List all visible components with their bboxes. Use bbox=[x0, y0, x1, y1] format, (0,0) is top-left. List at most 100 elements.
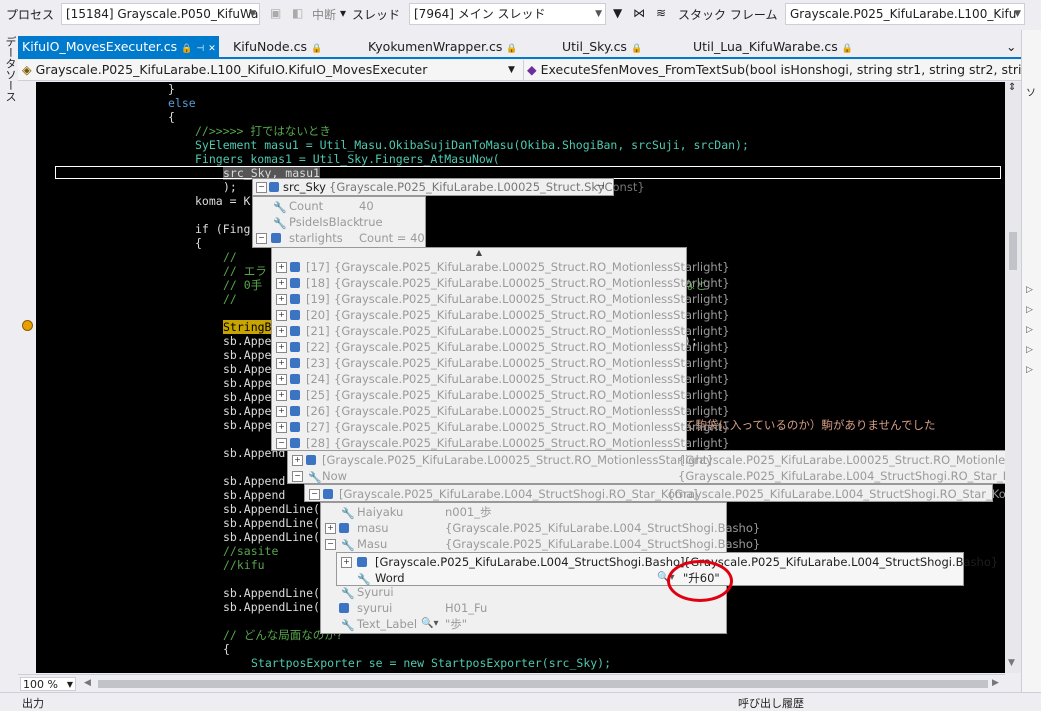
expand-icon[interactable]: + bbox=[276, 342, 287, 353]
datatip-value[interactable]: {Grayscale.P025_KifuLarabe.L00025_Struct… bbox=[334, 387, 730, 403]
collapse-icon[interactable]: − bbox=[276, 438, 287, 449]
class-dropdown[interactable]: ◈ Grayscale.P025_KifuLarabe.L100_KifuIO.K… bbox=[22, 60, 520, 80]
tab-label: KyokumenWrapper.cs bbox=[368, 39, 503, 54]
expand-arrows-icon[interactable]: ▷ ▷ ▷ ▷ ▷ bbox=[1026, 280, 1033, 380]
vertical-scrollbar[interactable]: ⇕ ▼ bbox=[1005, 82, 1021, 673]
lock-icon: 🔒 bbox=[630, 44, 643, 54]
stackframe-combo[interactable]: Grayscale.P025_KifuLarabe.L100_Kifu ▼ bbox=[785, 3, 1025, 25]
zoom-combo[interactable]: 100 % ▼ bbox=[20, 677, 76, 691]
datatip-name: [17] bbox=[306, 260, 330, 274]
chevron-down-icon: ▼ bbox=[66, 680, 73, 689]
magnifier-icon[interactable]: 🔍▾ bbox=[421, 616, 438, 632]
datatip-value[interactable]: true bbox=[359, 214, 383, 230]
expand-icon[interactable]: + bbox=[276, 422, 287, 433]
expand-icon[interactable]: + bbox=[276, 326, 287, 337]
datatip-value[interactable]: {Grayscale.P025_KifuLarabe.L00025_Struct… bbox=[334, 323, 730, 339]
method-dropdown[interactable]: ◆ ExecuteSfenMoves_FromTextSub(bool isHon… bbox=[523, 60, 1022, 80]
dropdown-arrow-icon[interactable]: ▾ bbox=[340, 6, 346, 20]
breakpoint-icon[interactable] bbox=[22, 320, 33, 331]
datatip-value[interactable]: {Grayscale.P025_KifuLarabe.L00025_Struct… bbox=[678, 452, 1041, 468]
close-icon[interactable]: ✕ bbox=[208, 44, 216, 54]
chevron-down-icon: ▼ bbox=[249, 9, 256, 19]
pin-icon[interactable]: ⊣ bbox=[196, 44, 204, 54]
pin-icon[interactable]: ⊣ bbox=[596, 179, 605, 195]
expand-icon[interactable]: + bbox=[341, 557, 352, 568]
tab-kifunode[interactable]: KifuNode.cs 🔒 bbox=[233, 36, 322, 57]
datatip-value[interactable]: Count = 40 bbox=[359, 230, 425, 246]
expand-icon[interactable]: + bbox=[276, 294, 287, 305]
tab-overflow-icon[interactable]: ⌄ bbox=[1006, 36, 1016, 57]
tab-kifuio-movesexecuter[interactable]: KifuIO_MovesExecuter.cs 🔒 ⊣ ✕ bbox=[18, 36, 219, 57]
expand-icon[interactable]: + bbox=[276, 310, 287, 321]
tab-util-sky[interactable]: Util_Sky.cs 🔒 bbox=[562, 36, 642, 57]
datatip-value[interactable]: {Grayscale.P025_KifuLarabe.L00025_Struct… bbox=[334, 435, 730, 451]
datatip-src-sky-members: 🔧 Count 40 🔧 PsideIsBlack true − starlights Co… bbox=[252, 196, 426, 248]
datatip-src-sky-header[interactable]: − src_Sky {Grayscale.P025_KifuLarabe.L00… bbox=[252, 178, 645, 196]
datatip-value[interactable]: {Grayscale.P025_KifuLarabe.L00025_Struct… bbox=[334, 259, 730, 275]
datatip-name: syurui bbox=[357, 601, 393, 615]
datatip-value[interactable]: {Grayscale.P025_KifuLarabe.L00025_Struct… bbox=[334, 339, 730, 355]
tab-kyokumenwrapper[interactable]: KyokumenWrapper.cs 🔒 bbox=[368, 36, 518, 57]
filter-icon[interactable]: ▼ bbox=[613, 6, 622, 20]
expand-icon[interactable]: + bbox=[292, 455, 303, 466]
collapse-icon[interactable]: − bbox=[325, 539, 336, 550]
object-icon bbox=[290, 278, 300, 288]
datatip-value[interactable]: "歩" bbox=[445, 616, 467, 632]
datatip-value[interactable]: {Grayscale.P025_KifuLarabe.L004_StructSh… bbox=[683, 554, 998, 570]
expand-icon[interactable]: + bbox=[325, 523, 336, 534]
expand-icon[interactable]: + bbox=[276, 406, 287, 417]
datatip-value[interactable]: {Grayscale.P025_KifuLarabe.L004_StructSh… bbox=[678, 468, 1041, 484]
datatip-value[interactable]: {Grayscale.P025_KifuLarabe.L00025_Struct… bbox=[334, 419, 730, 435]
editor-status-bar: 100 % ▼ ◀ ▶ bbox=[18, 674, 1005, 692]
collapse-icon[interactable]: − bbox=[309, 489, 320, 500]
datatip-value[interactable]: {Grayscale.P025_KifuLarabe.L00025_Struct… bbox=[334, 355, 730, 371]
expand-icon[interactable]: + bbox=[276, 262, 287, 273]
suspend-label[interactable]: 中断 bbox=[312, 6, 336, 23]
datatip-value[interactable]: {Grayscale.P025_KifuLarabe.L00025_Struct… bbox=[334, 371, 730, 387]
scroll-left-icon[interactable]: ◀ bbox=[84, 678, 91, 688]
solution-explorer-icon[interactable]: ソ bbox=[1026, 84, 1036, 99]
code-line: sb.AppendLine( bbox=[223, 600, 320, 614]
datatip-value[interactable]: {Grayscale.P025_KifuLarabe.L004_StructSh… bbox=[667, 486, 1031, 502]
object-icon bbox=[290, 374, 300, 384]
collapse-icon[interactable]: − bbox=[256, 182, 267, 193]
scrollbar-thumb[interactable] bbox=[1009, 232, 1017, 270]
collapse-icon[interactable]: − bbox=[292, 471, 303, 482]
chevron-down-icon: ▼ bbox=[595, 9, 602, 19]
filter-toggle-icon[interactable]: ⋈ bbox=[633, 6, 645, 20]
datatip-value[interactable]: H01_Fu bbox=[445, 600, 487, 616]
scroll-up-icon[interactable]: ▲ bbox=[272, 248, 686, 258]
thread-combo[interactable]: [7964] メイン スレッド ▼ bbox=[409, 3, 606, 25]
collapse-icon[interactable]: − bbox=[256, 233, 267, 244]
datatip-value[interactable]: {Grayscale.P025_KifuLarabe.L004_StructSh… bbox=[445, 536, 760, 552]
expand-icon[interactable]: + bbox=[276, 390, 287, 401]
right-side-panel[interactable]: ソ ▷ ▷ ▷ ▷ ▷ bbox=[1021, 30, 1041, 692]
object-icon bbox=[290, 262, 300, 272]
datatip-value[interactable]: {Grayscale.P025_KifuLarabe.L00025_Struct… bbox=[334, 275, 730, 291]
method-value: ExecuteSfenMoves_FromTextSub(bool isHons… bbox=[540, 62, 1022, 77]
expand-icon[interactable]: + bbox=[276, 374, 287, 385]
split-icon[interactable]: ⇕ bbox=[1008, 82, 1016, 93]
suspend-icon[interactable]: ◧ bbox=[292, 6, 303, 20]
datatip-value[interactable]: {Grayscale.P025_KifuLarabe.L00025_Struct… bbox=[334, 403, 730, 419]
data-sources-panel-tab[interactable]: データソース bbox=[0, 30, 18, 710]
scroll-down-icon[interactable]: ▼ bbox=[1008, 658, 1015, 668]
datatip-value[interactable]: {Grayscale.P025_KifuLarabe.L00025_Struct… bbox=[334, 291, 730, 307]
datatip-value[interactable]: {Grayscale.P025_KifuLarabe.L00025_Struct… bbox=[334, 307, 730, 323]
datatip-value[interactable]: 40 bbox=[359, 198, 374, 214]
expand-icon[interactable]: + bbox=[276, 358, 287, 369]
datatip-value[interactable]: n001_歩 bbox=[445, 504, 492, 520]
datatip-value[interactable]: {Grayscale.P025_KifuLarabe.L004_StructSh… bbox=[445, 520, 760, 536]
datatip-name: Now bbox=[322, 469, 348, 483]
code-line: { bbox=[223, 642, 230, 656]
scroll-right-icon[interactable]: ▶ bbox=[992, 678, 999, 688]
property-icon: 🔧 bbox=[357, 573, 371, 586]
callstack-label[interactable]: 呼び出し履歴 bbox=[738, 695, 804, 711]
events-icon[interactable]: ▣ bbox=[270, 6, 281, 20]
expand-icon[interactable]: + bbox=[276, 278, 287, 289]
code-line: { bbox=[168, 110, 175, 124]
tab-util-lua-kifuwarabe[interactable]: Util_Lua_KifuWarabe.cs 🔒 bbox=[693, 36, 853, 57]
horizontal-scrollbar-thumb[interactable] bbox=[98, 680, 988, 688]
process-combo[interactable]: [15184] Grayscale.P050_KifuWa ▼ bbox=[61, 3, 260, 25]
output-label[interactable]: 出力 bbox=[22, 695, 44, 711]
